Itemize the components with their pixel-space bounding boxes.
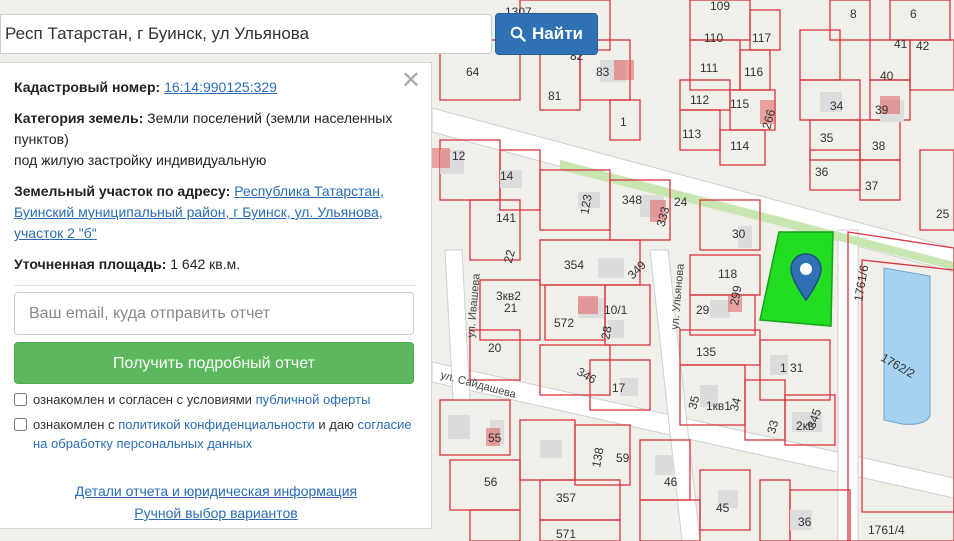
lot-label: 1761/4 bbox=[868, 523, 905, 537]
lot-label: 8 bbox=[850, 7, 857, 21]
map-marker-icon[interactable] bbox=[789, 252, 823, 302]
address-label: Земельный участок по адресу: bbox=[14, 183, 231, 199]
lot-label: 30 bbox=[732, 227, 746, 241]
lot-label: 110 bbox=[704, 31, 723, 45]
report-details-link-row: Детали отчета и юридическая информация bbox=[0, 481, 432, 502]
area-row: Уточненная площадь: 1 642 кв.м. bbox=[14, 254, 417, 275]
manual-selection-link[interactable]: Ручной выбор вариантов bbox=[134, 505, 298, 521]
lot-label: 40 bbox=[880, 69, 894, 83]
lot-label: 36 bbox=[798, 515, 812, 529]
offer-consent-text: ознакомлен и согласен с условиями публич… bbox=[33, 390, 370, 409]
privacy-consent-checkbox-row[interactable]: ознакомлен с политикой конфиденциальност… bbox=[14, 415, 417, 453]
offer-consent-checkbox-row[interactable]: ознакомлен и согласен с условиями публич… bbox=[14, 390, 417, 409]
lot-label: 6 bbox=[910, 7, 917, 21]
privacy-consent-checkbox[interactable] bbox=[14, 418, 27, 431]
lot-label: 21 bbox=[504, 301, 518, 315]
cadastral-row: Кадастровый номер: 16:14:990125:329 bbox=[14, 77, 417, 98]
lot-label: 12 bbox=[452, 149, 466, 163]
offer-consent-checkbox[interactable] bbox=[14, 393, 27, 406]
lot-label: 357 bbox=[556, 491, 576, 505]
lot-label: 35 bbox=[820, 131, 834, 145]
lot-label: 141 bbox=[496, 211, 516, 225]
lot-label: 83 bbox=[596, 65, 610, 79]
lot-label: 571 bbox=[556, 527, 576, 541]
lot-label: 45 bbox=[716, 501, 730, 515]
lot-label: 41 bbox=[894, 37, 908, 51]
lot-label: 118 bbox=[718, 267, 737, 281]
divider bbox=[14, 285, 417, 286]
lot-label: 115 bbox=[730, 97, 749, 111]
lot-label: 37 bbox=[865, 179, 879, 193]
lot-label: 20 bbox=[488, 341, 502, 355]
privacy-consent-label-a: ознакомлен с bbox=[33, 417, 115, 432]
lot-label: 1 bbox=[780, 361, 787, 375]
privacy-policy-link[interactable]: политикой конфиденциальности bbox=[118, 417, 315, 432]
lot-label: 81 bbox=[548, 89, 562, 103]
cadastral-label: Кадастровый номер: bbox=[14, 79, 161, 95]
lot-label: 112 bbox=[690, 93, 709, 107]
lot-label: 29 bbox=[696, 303, 710, 317]
lot-label: 34 bbox=[830, 99, 844, 113]
lot-label: 42 bbox=[916, 39, 930, 53]
lot-label: 135 bbox=[696, 345, 716, 359]
lot-label: 25 bbox=[936, 207, 950, 221]
lot-label: 38 bbox=[872, 139, 886, 153]
public-offer-link[interactable]: публичной оферты bbox=[256, 392, 371, 407]
lot-label: 116 bbox=[744, 65, 763, 79]
lot-label: 113 bbox=[682, 127, 701, 141]
lot-label: 28 bbox=[598, 325, 614, 341]
lot-label: 109 bbox=[710, 0, 730, 13]
lot-label: 2кв bbox=[796, 419, 814, 433]
email-input[interactable] bbox=[14, 292, 414, 335]
lot-label: 64 bbox=[466, 65, 480, 79]
privacy-consent-label-b: и даю bbox=[318, 417, 354, 432]
water-body bbox=[883, 267, 931, 425]
lot-label: 17 bbox=[612, 381, 626, 395]
parcel-info-panel: ✕ Кадастровый номер: 16:14:990125:329 Ка… bbox=[0, 62, 432, 529]
privacy-consent-text: ознакомлен с политикой конфиденциальност… bbox=[33, 415, 417, 453]
lot-label: 31 bbox=[790, 361, 804, 375]
lot-label: 56 bbox=[484, 475, 498, 489]
lot-label: 55 bbox=[488, 431, 502, 445]
close-icon[interactable]: ✕ bbox=[401, 69, 421, 93]
lot-label: 354 bbox=[564, 258, 584, 272]
search-button-label: Найти bbox=[532, 24, 583, 43]
category-row: Категория земель: Земли поселений (земли… bbox=[14, 108, 417, 171]
lot-label: 3кв2 bbox=[496, 289, 521, 303]
search-button[interactable]: Найти bbox=[495, 13, 598, 55]
lot-label: 10/1 bbox=[604, 303, 628, 317]
category-purpose: под жилую застройку индивидуальную bbox=[14, 152, 267, 168]
area-label: Уточненная площадь: bbox=[14, 256, 167, 272]
lot-label: 117 bbox=[752, 31, 771, 45]
lot-label: 114 bbox=[730, 139, 749, 153]
address-search-input[interactable]: Респ Татарстан, г Буинск, ул Ульянова bbox=[0, 14, 492, 54]
lot-label: 348 bbox=[622, 193, 642, 207]
cadastral-number-link[interactable]: 16:14:990125:329 bbox=[164, 79, 277, 95]
offer-consent-label: ознакомлен и согласен с условиями bbox=[33, 392, 252, 407]
lot-label: 1 bbox=[620, 115, 627, 129]
lot-label: 24 bbox=[674, 195, 688, 209]
manual-selection-link-row: Ручной выбор вариантов bbox=[0, 503, 432, 524]
lot-label: 14 bbox=[500, 169, 514, 183]
lot-label: 59 bbox=[616, 451, 630, 465]
category-label: Категория земель: bbox=[14, 110, 144, 126]
lot-label: 36 bbox=[815, 165, 829, 179]
area-value: 1 642 кв.м. bbox=[170, 256, 241, 272]
lot-label: 572 bbox=[554, 316, 574, 330]
lot-label: 111 bbox=[700, 61, 719, 75]
lot-label: 39 bbox=[875, 103, 889, 117]
report-details-link[interactable]: Детали отчета и юридическая информация bbox=[75, 483, 357, 499]
address-row: Земельный участок по адресу: Республика … bbox=[14, 181, 417, 244]
search-icon bbox=[510, 26, 526, 42]
get-report-button[interactable]: Получить подробный отчет bbox=[14, 342, 414, 384]
lot-label: 46 bbox=[664, 475, 678, 489]
